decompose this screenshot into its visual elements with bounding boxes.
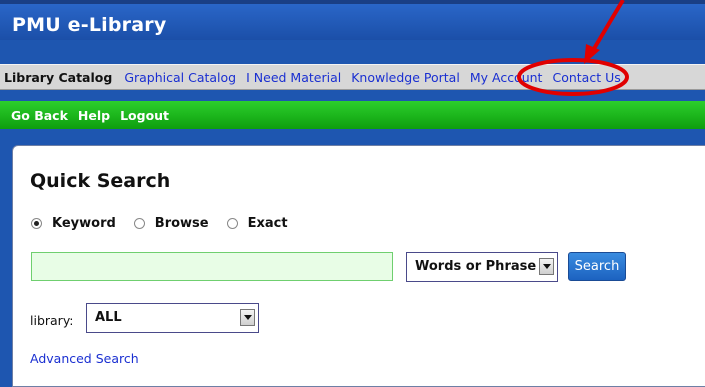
radio-browse-label[interactable]: Browse: [155, 216, 209, 231]
go-back-link[interactable]: Go Back: [11, 108, 68, 123]
radio-keyword[interactable]: [31, 218, 42, 229]
library-label: library:: [30, 313, 74, 328]
title-bar: PMU e-Library: [0, 0, 705, 40]
nav-graphical-catalog[interactable]: Graphical Catalog: [124, 70, 236, 85]
radio-exact-label[interactable]: Exact: [248, 216, 288, 231]
chevron-down-icon[interactable]: [240, 309, 255, 326]
nav-library-catalog[interactable]: Library Catalog: [4, 70, 112, 85]
search-button[interactable]: Search: [568, 252, 626, 281]
radio-exact[interactable]: [226, 218, 238, 229]
chevron-down-icon[interactable]: [539, 258, 554, 275]
library-value: ALL: [95, 310, 122, 325]
match-type-value: Words or Phrase: [415, 259, 537, 274]
advanced-search-link[interactable]: Advanced Search: [30, 351, 139, 366]
help-link[interactable]: Help: [78, 108, 110, 123]
search-input[interactable]: [31, 252, 393, 281]
radio-keyword-label[interactable]: Keyword: [52, 216, 116, 231]
action-bar: Go Back Help Logout: [0, 101, 705, 129]
library-select[interactable]: ALL: [86, 303, 259, 333]
header-band: [0, 40, 705, 64]
quick-search-panel: Quick Search Keyword Browse Exact Words …: [12, 145, 705, 387]
nav-contact-us[interactable]: Contact Us: [552, 70, 620, 85]
match-type-select[interactable]: Words or Phrase: [406, 252, 558, 282]
quick-search-title: Quick Search: [30, 170, 171, 192]
nav-my-account[interactable]: My Account: [470, 70, 543, 85]
spacer: [0, 129, 705, 145]
main-nav: Library Catalog Graphical Catalog I Need…: [0, 64, 705, 90]
radio-browse[interactable]: [133, 218, 145, 229]
search-mode-group: Keyword Browse Exact: [31, 216, 306, 231]
nav-i-need-material[interactable]: I Need Material: [246, 70, 341, 85]
spacer: [0, 90, 705, 101]
app-title: PMU e-Library: [12, 14, 167, 36]
nav-knowledge-portal[interactable]: Knowledge Portal: [351, 70, 460, 85]
logout-link[interactable]: Logout: [120, 108, 169, 123]
